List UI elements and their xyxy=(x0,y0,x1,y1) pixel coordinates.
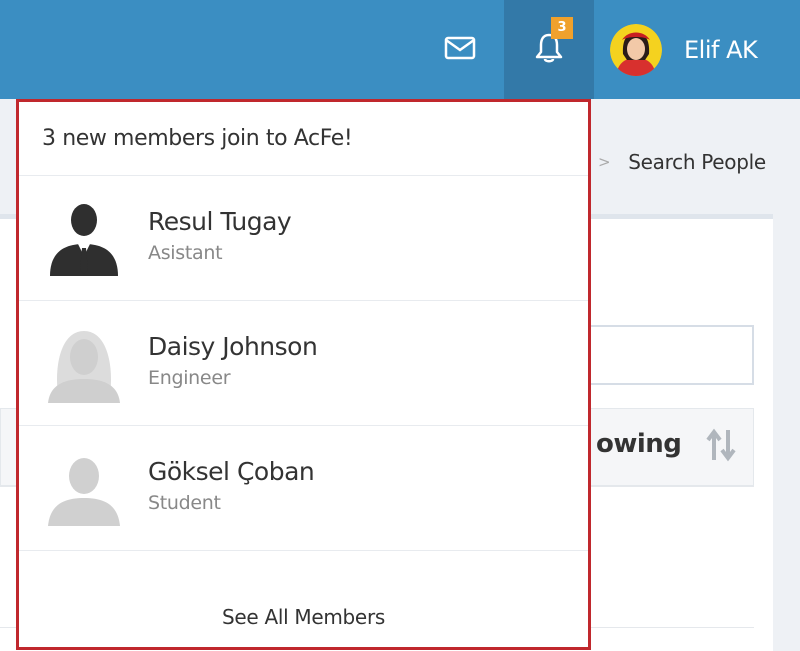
list-item[interactable]: Resul Tugay Asistant xyxy=(19,176,588,301)
member-name: Daisy Johnson xyxy=(148,331,318,361)
member-role: Asistant xyxy=(148,241,223,264)
member-role: Student xyxy=(148,491,221,514)
user-name: Elif AK xyxy=(684,35,758,64)
envelope-icon xyxy=(444,36,476,64)
sort-icon[interactable] xyxy=(706,428,736,466)
list-item[interactable]: Göksel Çoban Student xyxy=(19,426,588,551)
avatar xyxy=(610,23,662,76)
list-item[interactable]: Daisy Johnson Engineer xyxy=(19,301,588,426)
see-all-members-link[interactable]: See All Members xyxy=(19,605,588,629)
messages-button[interactable] xyxy=(426,0,494,99)
member-role: Engineer xyxy=(148,366,231,389)
notification-count-badge: 3 xyxy=(551,17,573,39)
member-name: Resul Tugay xyxy=(148,206,292,236)
default-placeholder-avatar-icon xyxy=(44,448,124,528)
breadcrumb: > Search People xyxy=(598,150,766,174)
breadcrumb-current: Search People xyxy=(628,150,766,174)
new-members-dropdown: 3 new members join to AcFe! Resul Tugay … xyxy=(16,99,591,650)
female-placeholder-avatar-icon xyxy=(44,323,124,403)
male-suit-avatar-icon xyxy=(44,198,124,278)
column-header-following[interactable]: owing xyxy=(596,429,682,459)
top-navbar: 3 Elif AK xyxy=(0,0,800,99)
member-name: Göksel Çoban xyxy=(148,456,315,486)
user-menu[interactable]: Elif AK xyxy=(610,0,758,99)
notifications-button[interactable]: 3 xyxy=(504,0,594,99)
dropdown-title: 3 new members join to AcFe! xyxy=(19,102,588,176)
breadcrumb-separator: > xyxy=(598,153,611,171)
